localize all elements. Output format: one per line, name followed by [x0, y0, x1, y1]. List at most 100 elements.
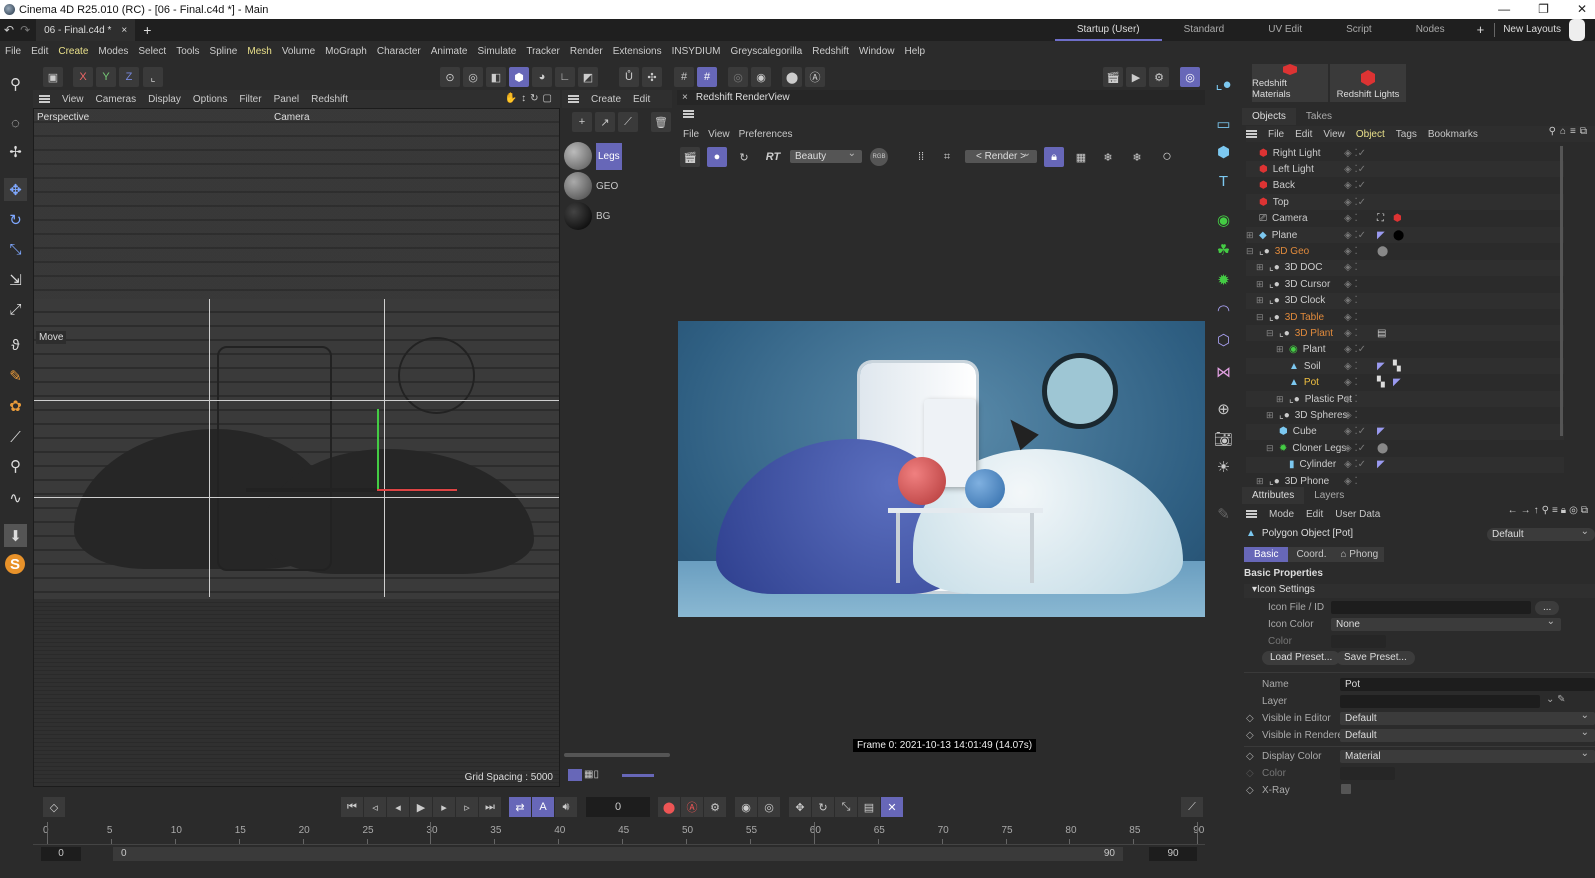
render-settings-icon[interactable]: ⚙ — [1149, 67, 1169, 87]
tab-takes[interactable]: Takes — [1296, 111, 1342, 122]
range-end-field[interactable]: 90 — [1149, 847, 1197, 861]
visibility-icon[interactable]: ◈ ⁚✓ — [1344, 164, 1366, 175]
subtab-coord[interactable]: Coord. — [1288, 547, 1335, 562]
tab-attributes[interactable]: Attributes — [1242, 487, 1305, 504]
deformer-icon[interactable]: ◠ — [1212, 298, 1235, 321]
object-row-soil[interactable]: ▲ Soil ◈ ⁚ ◤ ▚ — [1246, 358, 1564, 375]
visibility-icon[interactable]: ◈ ⁚✓ — [1344, 344, 1366, 355]
scale-tool-icon[interactable]: ⤡ — [4, 238, 27, 261]
previous-frame-icon[interactable]: ◂ — [387, 797, 409, 817]
visible-renderer-dropdown[interactable]: Default — [1340, 726, 1595, 742]
viewport-menu-panel[interactable]: Panel — [274, 94, 300, 105]
document-tab[interactable]: 06 - Final.c4d * × — [36, 19, 136, 41]
tag-mat-black-icon[interactable]: ⬤ — [1393, 230, 1404, 241]
renderview-menu-file[interactable]: File — [683, 129, 699, 140]
name-input[interactable]: Pot — [1340, 678, 1595, 691]
menu-select[interactable]: Select — [138, 46, 166, 57]
move-gizmo-x-axis[interactable] — [377, 489, 457, 491]
icon-settings-group[interactable]: ▾Icon Settings — [1244, 584, 1595, 598]
field-icon[interactable]: ⬡ — [1212, 328, 1235, 351]
mograph-icon[interactable]: ☘ — [1212, 238, 1235, 261]
tab-objects[interactable]: Objects — [1242, 108, 1296, 125]
visibility-icon[interactable]: ◈ ⁚✓ — [1344, 459, 1366, 470]
save-preset-button[interactable]: Save Preset... — [1336, 651, 1415, 665]
expand-icon[interactable]: ⊞ — [1276, 344, 1286, 355]
menu-mograph[interactable]: MoGraph — [325, 46, 367, 57]
renderview-menu-view[interactable]: View — [708, 129, 730, 140]
undo-icon[interactable]: ↶ — [0, 23, 18, 37]
move-gizmo-y-axis[interactable] — [377, 409, 379, 491]
solo-icon[interactable]: ◩ — [578, 67, 598, 87]
edit-icon[interactable]: ✎ — [1212, 502, 1235, 525]
add-material-icon[interactable]: + — [572, 112, 592, 132]
object-row-3d-plant[interactable]: ⊟ ⌞● 3D Plant ◈ ⁚ ▤ — [1246, 325, 1564, 342]
objects-tools-icons[interactable]: ⚲⌂≡⧉ — [1549, 126, 1591, 137]
tag-checker-icon[interactable]: ▚ — [1393, 361, 1401, 372]
collapse-icon[interactable]: ⊟ — [1246, 246, 1256, 257]
viewport-menu-icon[interactable] — [39, 95, 50, 103]
cube-icon[interactable]: ⬢ — [1212, 140, 1235, 163]
freeze-icon[interactable]: ❄ — [1098, 147, 1118, 167]
sound-icon[interactable]: 🔊︎ — [555, 797, 577, 817]
rgb-channel-button[interactable]: RGB — [870, 148, 888, 166]
menu-spline[interactable]: Spline — [210, 46, 238, 57]
attribute-nav-icons[interactable]: ←→↑⚲≡🔒︎◎⧉ — [1508, 505, 1591, 516]
spline-pen-icon[interactable]: ∿ — [4, 486, 27, 509]
viewport-menu-options[interactable]: Options — [193, 94, 227, 105]
menu-redshift[interactable]: Redshift — [812, 46, 849, 57]
menu-create[interactable]: Create — [58, 46, 88, 57]
rotation-key-icon[interactable]: ↻ — [812, 797, 834, 817]
spline-icon[interactable]: ⋈ — [1212, 360, 1235, 383]
menu-animate[interactable]: Animate — [431, 46, 468, 57]
viewport-menu-filter[interactable]: Filter — [239, 94, 261, 105]
current-frame-field[interactable]: 0 — [586, 797, 650, 817]
menu-insydium[interactable]: INSYDIUM — [672, 46, 721, 57]
camera-icon[interactable]: 📷︎ — [1212, 427, 1235, 450]
collapse-icon[interactable]: ⊟ — [1256, 312, 1266, 323]
play-icon[interactable]: ▶ — [410, 797, 432, 817]
object-row-plant[interactable]: ⊞ ◉ Plant ◈ ⁚✓ — [1246, 342, 1564, 358]
freeze-geometry-icon[interactable]: ❄ — [1127, 147, 1147, 167]
object-row-3d-clock[interactable]: ⊞ ⌞● 3D Clock ◈ ⁚ — [1246, 292, 1564, 309]
visibility-icon[interactable]: ◈ ⁚✓ — [1344, 197, 1366, 208]
close-tab-icon[interactable]: × — [121, 25, 127, 36]
layout-script[interactable]: Script — [1324, 19, 1394, 41]
new-tab-button[interactable]: + — [135, 22, 159, 38]
expand-icon[interactable]: ⊞ — [1246, 230, 1256, 241]
rotate-tool-icon[interactable]: ↻ — [4, 208, 27, 231]
minimize-button[interactable]: — — [1498, 2, 1510, 16]
next-frame-icon[interactable]: ▸ — [433, 797, 455, 817]
objects-menu-icon[interactable] — [1246, 130, 1257, 138]
menu-modes[interactable]: Modes — [98, 46, 128, 57]
camera-dropdown[interactable]: < Render > — [965, 147, 1037, 163]
attribute-preset-dropdown[interactable]: Default — [1487, 525, 1595, 541]
tag-mat-grey-icon[interactable]: ⬤ — [1377, 246, 1388, 257]
lasso-icon[interactable]: ϑ — [4, 334, 27, 357]
visibility-icon[interactable]: ◈ ⁚ — [1344, 295, 1358, 306]
autokey-icon[interactable]: Ⓐ — [681, 797, 703, 817]
tag-uv-icon[interactable]: ◤ — [1393, 377, 1401, 388]
object-row-back[interactable]: ⬢ Back ◈ ⁚✓ — [1246, 178, 1564, 194]
load-preset-button[interactable]: Load Preset... — [1262, 651, 1341, 665]
objects-menu-view[interactable]: View — [1323, 129, 1345, 140]
menu-simulate[interactable]: Simulate — [477, 46, 516, 57]
expand-icon[interactable]: ⊞ — [1276, 394, 1286, 405]
visibility-icon[interactable]: ◈ ⁚✓ — [1344, 443, 1366, 454]
sphere-icon[interactable]: ⬤ — [782, 67, 802, 87]
visibility-icon[interactable]: ◈ ⁚ — [1344, 410, 1358, 421]
knife-icon[interactable]: ✎ — [4, 364, 27, 387]
object-tree-scrollbar[interactable] — [1560, 146, 1563, 436]
visibility-icon[interactable]: ◈ ⁚✓ — [1344, 180, 1366, 191]
layer-picker-icon[interactable]: ⌄ ✎ — [1546, 694, 1566, 705]
crop-icon[interactable]: ⌗ — [937, 147, 957, 167]
object-row-right-light[interactable]: ⬢ Right Light ◈ ⁚✓ — [1246, 145, 1564, 161]
visibility-icon[interactable]: ◈ ⁚ — [1344, 312, 1358, 323]
perspective-viewport[interactable]: Perspective Camera Move Grid Spacing : 5… — [33, 108, 560, 787]
renderview-menu-preferences[interactable]: Preferences — [739, 129, 793, 140]
material-menu-icon[interactable] — [568, 95, 579, 103]
brush-icon[interactable]: ⟋ — [4, 426, 27, 449]
scale-key-icon[interactable]: ⤡ — [835, 797, 857, 817]
coordinate-system-icon[interactable]: ⌞ — [143, 67, 163, 87]
objects-menu-file[interactable]: File — [1268, 129, 1284, 140]
object-row-3d-cursor[interactable]: ⊞ ⌞● 3D Cursor ◈ ⁚ — [1246, 276, 1564, 292]
